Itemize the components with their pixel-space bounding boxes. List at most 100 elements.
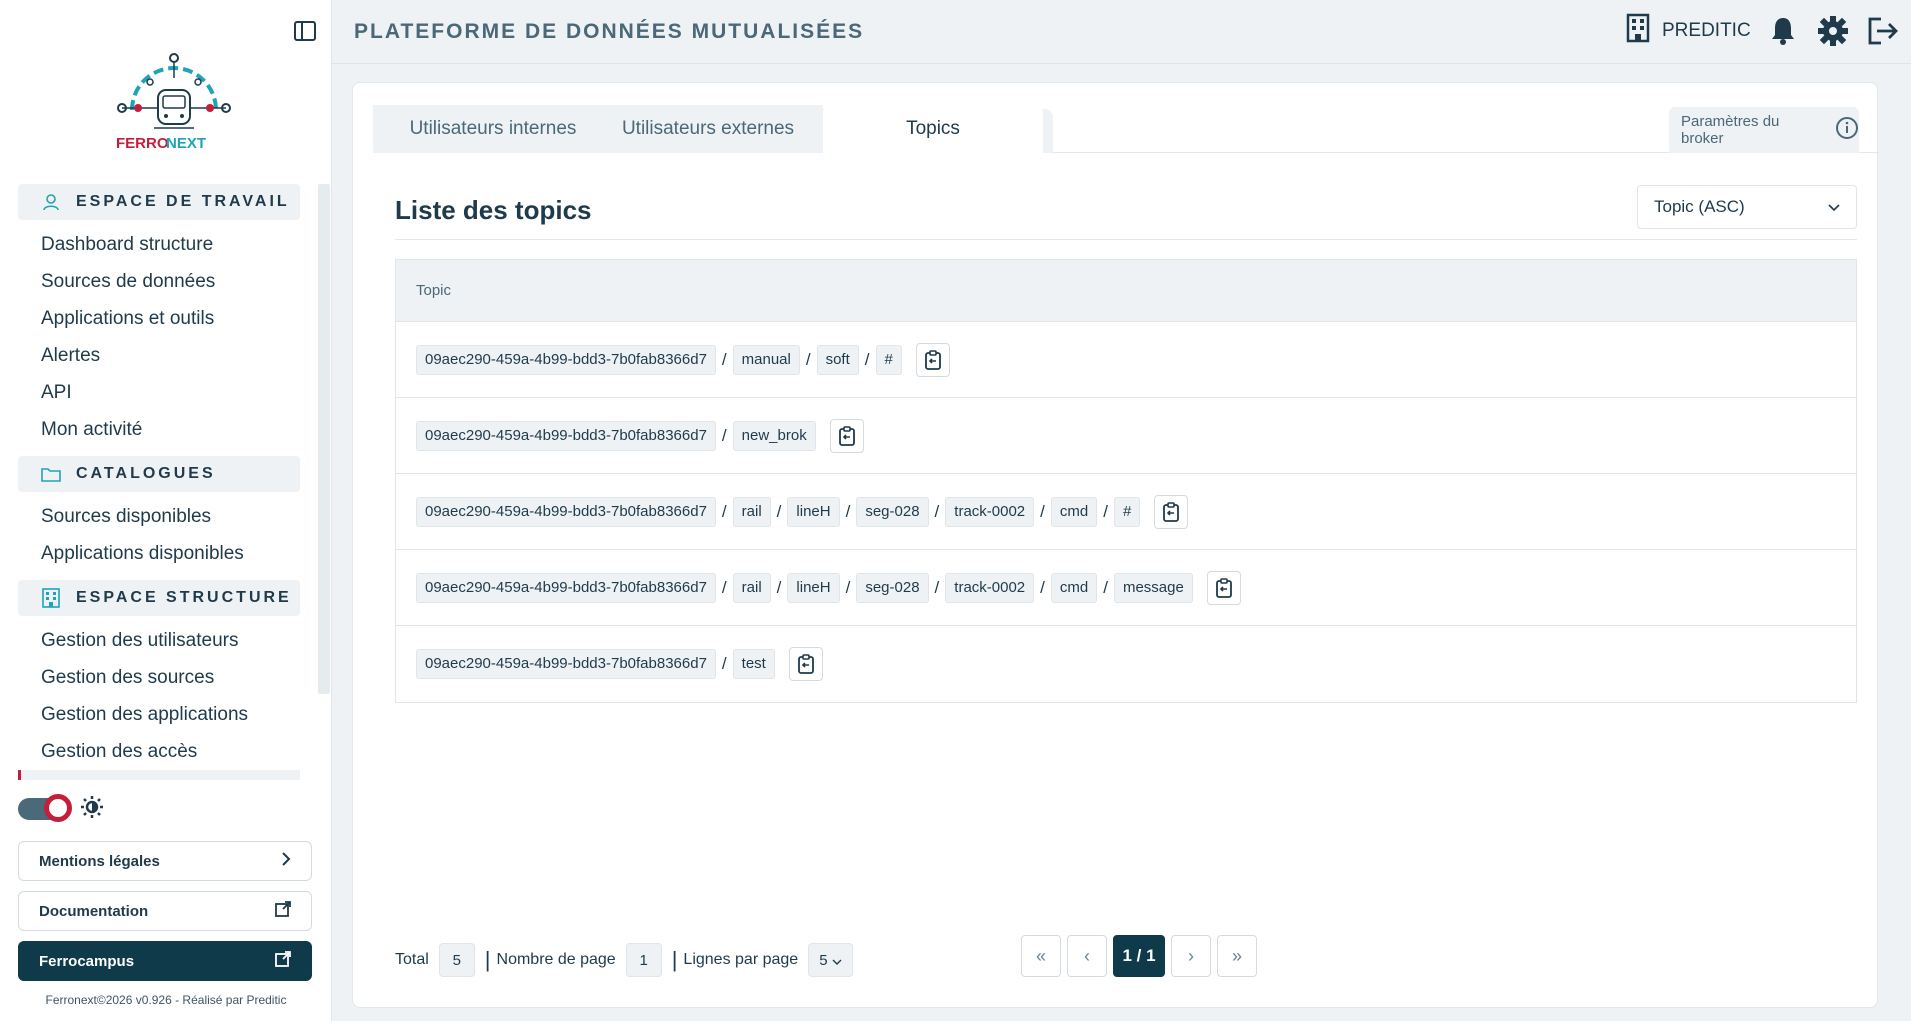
- tab-utilisateurs-externes[interactable]: Utilisateurs externes: [593, 105, 823, 153]
- nav-api[interactable]: API: [41, 374, 300, 411]
- topic-segment: seg-028: [856, 496, 929, 527]
- nav-alertes[interactable]: Alertes: [41, 337, 300, 374]
- sort-select[interactable]: Topic (ASC): [1637, 185, 1857, 229]
- clipboard-icon: [797, 654, 814, 674]
- sidebar-toggle-icon[interactable]: [292, 18, 318, 44]
- section-catalogues: CATALOGUES: [18, 456, 300, 492]
- rows-per-page-value: 5: [819, 951, 828, 969]
- nav-gestion-sources[interactable]: Gestion des sources: [41, 659, 300, 696]
- nav-gestion-broker[interactable]: Gestion du broker: [18, 770, 300, 780]
- nav-sources-disponibles[interactable]: Sources disponibles: [41, 498, 300, 535]
- external-link-icon: [275, 901, 291, 921]
- table-header: Topic: [396, 260, 1856, 322]
- next-page-button[interactable]: ›: [1171, 935, 1211, 977]
- pages-value: 1: [625, 943, 662, 977]
- documentation-button[interactable]: Documentation: [18, 891, 312, 931]
- theme-switcher: [18, 794, 104, 824]
- first-page-button[interactable]: «: [1021, 935, 1061, 977]
- copy-topic-button[interactable]: [1154, 494, 1189, 529]
- topic-separator: /: [1040, 501, 1045, 521]
- table-row: 09aec290-459a-4b99-bdd3-7b0fab8366d7/rai…: [396, 550, 1856, 626]
- sidebar-scrollbar[interactable]: [318, 184, 330, 694]
- topic-separator: /: [1103, 501, 1108, 521]
- app-title: PLATEFORME DE DONNÉES MUTUALISÉES: [354, 20, 865, 43]
- topic-segment: #: [1113, 496, 1141, 527]
- copy-topic-button[interactable]: [788, 647, 823, 681]
- clipboard-icon: [1163, 501, 1180, 522]
- nav-applications-disponibles[interactable]: Applications disponibles: [41, 535, 300, 572]
- topic-separator: /: [805, 349, 811, 369]
- pagination-info: Total 5 | Nombre de page 1 | Lignes par …: [395, 943, 863, 977]
- chevron-right-icon: [281, 852, 291, 870]
- topic-segment: 09aec290-459a-4b99-bdd3-7b0fab8366d7: [416, 572, 716, 603]
- nav-gestion-acces[interactable]: Gestion des accès: [41, 733, 300, 770]
- tabs-bar: Utilisateurs internes Utilisateurs exter…: [373, 105, 1879, 153]
- column-topic: Topic: [416, 282, 452, 299]
- clipboard-icon: [1215, 577, 1232, 598]
- topic-segment: soft: [816, 344, 859, 375]
- topic-segment: rail: [732, 572, 771, 603]
- external-link-icon: [275, 951, 291, 971]
- nav-dashboard-structure[interactable]: Dashboard structure: [41, 226, 300, 263]
- topic-segment: 09aec290-459a-4b99-bdd3-7b0fab8366d7: [416, 344, 716, 375]
- topic-segment: 09aec290-459a-4b99-bdd3-7b0fab8366d7: [416, 649, 716, 679]
- clipboard-icon: [838, 425, 855, 446]
- nav-applications-et-outils[interactable]: Applications et outils: [41, 300, 300, 337]
- top-header: PLATEFORME DE DONNÉES MUTUALISÉES PREDIT…: [332, 0, 1911, 64]
- topic-separator: /: [845, 577, 851, 597]
- logout-icon[interactable]: [1866, 14, 1900, 48]
- current-page: 1 / 1: [1113, 935, 1165, 977]
- topic-segment: seg-028: [856, 572, 929, 603]
- mentions-legales-label: Mentions légales: [39, 852, 160, 870]
- table-row: 09aec290-459a-4b99-bdd3-7b0fab8366d7/rai…: [396, 474, 1856, 550]
- footer-copyright: Ferronext©2026 v0.926 - Réalisé par Pred…: [45, 993, 287, 1007]
- nav-gestion-applications[interactable]: Gestion des applications: [41, 696, 300, 733]
- prev-page-button[interactable]: ‹: [1067, 935, 1107, 977]
- topic-segment: test: [732, 649, 775, 679]
- mentions-legales-button[interactable]: Mentions légales: [18, 841, 312, 881]
- nav-sources-de-donnees[interactable]: Sources de données: [41, 263, 300, 300]
- organization-name: PREDITIC: [1662, 20, 1751, 41]
- copy-topic-button[interactable]: [915, 342, 950, 377]
- copy-topic-button[interactable]: [829, 418, 864, 453]
- building-icon: [40, 587, 62, 609]
- topic-segment: lineH: [787, 572, 840, 603]
- section-title: ESPACE DE TRAVAIL: [76, 193, 290, 210]
- building-icon: [1626, 13, 1650, 49]
- nav-mon-activite[interactable]: Mon activité: [41, 411, 300, 448]
- tab-utilisateurs-internes[interactable]: Utilisateurs internes: [373, 105, 613, 153]
- table-row: 09aec290-459a-4b99-bdd3-7b0fab8366d7/new…: [396, 398, 1856, 474]
- topic-segment: cmd: [1050, 572, 1098, 603]
- topic-separator: /: [721, 349, 727, 369]
- topic-segment: rail: [732, 496, 771, 527]
- topic-separator: /: [721, 577, 727, 597]
- organization-selector[interactable]: PREDITIC: [1626, 13, 1751, 49]
- broker-params-label: Paramètres du broker: [1681, 113, 1780, 147]
- broker-params-button[interactable]: Paramètres du broker: [1669, 107, 1859, 153]
- tab-topics[interactable]: Topics: [823, 105, 1043, 153]
- ferrocampus-label: Ferrocampus: [39, 952, 135, 970]
- chevron-down-icon: [832, 952, 842, 969]
- topic-segment: track-0002: [945, 572, 1035, 603]
- clipboard-icon: [924, 349, 941, 370]
- theme-toggle[interactable]: [18, 794, 72, 822]
- nav-gestion-utilisateurs[interactable]: Gestion des utilisateurs: [41, 622, 300, 659]
- topic-segment: 09aec290-459a-4b99-bdd3-7b0fab8366d7: [416, 420, 716, 451]
- gear-icon[interactable]: [1816, 14, 1850, 48]
- total-label: Total: [395, 951, 429, 968]
- copy-topic-button[interactable]: [1206, 570, 1241, 605]
- bell-icon[interactable]: [1766, 14, 1800, 48]
- chevron-down-icon: [1828, 197, 1840, 217]
- topic-separator: /: [721, 654, 727, 673]
- topic-separator: /: [1040, 577, 1045, 597]
- topic-separator: /: [721, 501, 727, 521]
- topic-separator: /: [934, 577, 940, 597]
- last-page-button[interactable]: »: [1217, 935, 1257, 977]
- logo-text-ferro: FERRO: [116, 135, 169, 152]
- ferrocampus-button[interactable]: Ferrocampus: [18, 941, 312, 981]
- rows-per-page-select[interactable]: 5: [808, 943, 853, 977]
- section-title: CATALOGUES: [76, 465, 216, 482]
- section-title: ESPACE STRUCTURE: [76, 589, 292, 606]
- contrast-icon: [80, 795, 104, 824]
- topic-separator: /: [776, 577, 782, 597]
